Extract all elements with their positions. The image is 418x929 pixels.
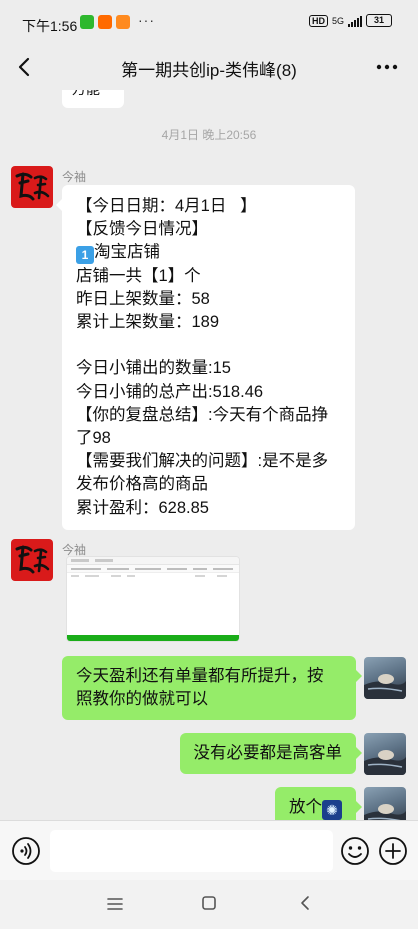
message-line: 放个 ✺ [289, 796, 342, 820]
landscape-avatar-icon [364, 674, 406, 699]
message-line: 【你的复盘总结】:今天有个商品挣 [76, 405, 329, 424]
message-bubble-own[interactable]: 没有必要都是高客单 [179, 733, 362, 774]
back-arrow-icon[interactable] [12, 52, 38, 82]
input-bar [0, 820, 418, 880]
app-notification-icon [116, 15, 130, 29]
message-line: 照教你的做就可以 [76, 690, 208, 708]
landscape-avatar-icon [364, 750, 406, 775]
more-options-icon[interactable] [374, 52, 400, 82]
wechat-notification-icon [80, 15, 94, 29]
message-line-blank [76, 334, 341, 357]
chat-header: 第一期共创ip-类伟峰(8) [0, 44, 418, 90]
hd-badge: HD [308, 14, 328, 27]
system-navigation-bar [0, 880, 418, 929]
signal-icon [348, 15, 362, 27]
calligraphy-avatar-icon [15, 172, 50, 201]
avatar[interactable] [364, 657, 406, 699]
screenshot-footer [67, 635, 239, 641]
message-bubble-own[interactable]: 放个 ✺ [275, 787, 362, 820]
network-type: 5G [331, 15, 344, 26]
message-input[interactable] [50, 830, 333, 872]
taobao-notification-icon [98, 15, 112, 29]
message-line: 【今日日期：4月1日 】 [76, 197, 257, 215]
message-line: 累计盈利：628.85 [76, 498, 209, 517]
message-timestamp: 4月1日 晚上20:56 [161, 128, 257, 142]
menu-icon[interactable] [106, 896, 124, 912]
avatar[interactable] [11, 539, 53, 581]
screenshot-table-header [67, 565, 239, 573]
battery-icon: 31 [366, 14, 392, 27]
system-back-icon[interactable] [296, 894, 314, 912]
fireworks-icon: ✺ [322, 800, 342, 820]
voice-input-icon[interactable] [11, 836, 41, 866]
sender-name: 今袖 [62, 170, 87, 184]
emoji-icon[interactable] [340, 836, 370, 866]
image-message[interactable] [66, 556, 240, 642]
message-line: 昨日上架数量：58 [76, 289, 210, 308]
more-notifications-icon: ··· [138, 12, 155, 28]
home-icon[interactable] [201, 895, 217, 911]
chat-title: 第一期共创ip-类伟峰(8) [121, 61, 297, 80]
message-line: 了98 [76, 429, 111, 448]
message-line: 1 淘宝店铺 [76, 241, 341, 265]
message-line: 今日小铺出的数量:15 [76, 359, 231, 378]
plus-icon[interactable] [378, 836, 408, 866]
screenshot-table-row [67, 573, 239, 580]
message-line: 今天盈利还有单量都有所提升，按 [76, 667, 324, 685]
status-indicators: HD 5G 31 [308, 14, 392, 27]
message-line-text: 淘宝店铺 [94, 243, 160, 262]
status-bar: 下午1:56 ··· HD 5G 31 [0, 0, 418, 44]
message-line: 累计上架数量：189 [76, 313, 220, 332]
landscape-avatar-icon [364, 804, 406, 820]
keycap-one-icon: 1 [76, 246, 94, 265]
avatar[interactable] [11, 166, 53, 208]
message-bubble-partial[interactable]: 万能 [62, 90, 124, 108]
message-line-text: 放个 [289, 798, 322, 816]
message-line: 发布价格高的商品 [76, 475, 208, 494]
message-list[interactable]: 万能 4月1日 晚上20:56 今袖 【今日日期：4月1日 】 【反馈今日情况】… [0, 90, 418, 820]
message-bubble-own[interactable]: 今天盈利还有单量都有所提升，按 照教你的做就可以 [62, 656, 362, 720]
avatar[interactable] [364, 787, 406, 820]
avatar[interactable] [364, 733, 406, 775]
message-line: 【反馈今日情况】 [76, 220, 208, 239]
status-time: 下午1:56 [22, 18, 78, 34]
screenshot-tabbar [67, 557, 239, 565]
message-line: 【需要我们解决的问题】:是不是多 [76, 452, 329, 471]
message-bubble[interactable]: 【今日日期：4月1日 】 【反馈今日情况】 1 淘宝店铺 店铺一共【1】个 昨日上… [56, 185, 355, 530]
message-line: 没有必要都是高客单 [193, 744, 343, 762]
calligraphy-avatar-icon [15, 545, 50, 574]
message-line: 今日小铺的总产出:518.46 [76, 382, 264, 401]
message-line: 店铺一共【1】个 [76, 266, 201, 285]
